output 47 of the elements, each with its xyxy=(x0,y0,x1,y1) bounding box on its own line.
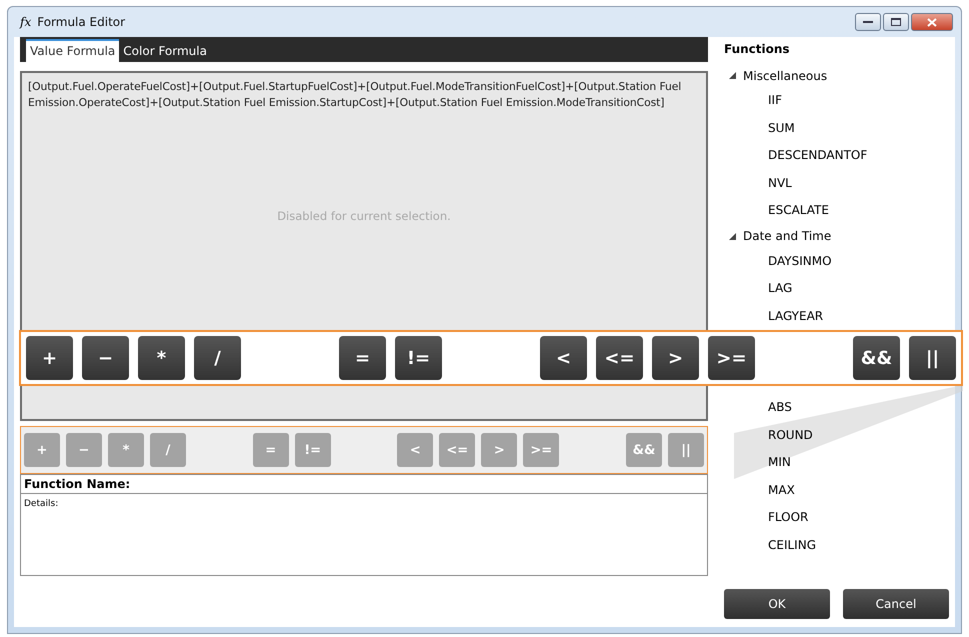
window-title: Formula Editor xyxy=(37,15,126,29)
function-item[interactable]: NVL xyxy=(724,170,792,197)
function-item[interactable]: ABS xyxy=(724,394,792,422)
function-item[interactable]: ESCALATE xyxy=(724,197,829,224)
function-item[interactable]: IIF xyxy=(724,87,782,114)
formula-tab[interactable]: Value Formula xyxy=(26,39,120,62)
operator-button[interactable]: * xyxy=(138,336,185,380)
close-button[interactable] xyxy=(911,13,953,31)
formula-text: [Output.Fuel.OperateFuelCost]+[Output.Fuel.StartupFuelCost]+[Output.Fuel.ModeTransitionFuelCost]+[Output.Station Fuel Emission.OperateCost]+[Output.Station Fuel Emission.StartupCost]+[Output.Station Fuel Emission.ModeTransitionCost] xyxy=(28,79,682,111)
function-item[interactable]: LAG xyxy=(724,275,792,302)
function-item[interactable]: FLOOR xyxy=(724,504,808,532)
minimize-button[interactable] xyxy=(855,13,881,31)
operator-button[interactable]: >= xyxy=(708,336,755,380)
function-item[interactable]: ROUND xyxy=(724,422,813,449)
operator-button[interactable]: / xyxy=(194,336,241,380)
function-item[interactable]: CEILING xyxy=(724,532,816,559)
category-item[interactable]: Miscellaneous xyxy=(743,68,828,82)
function-item[interactable]: DAYSINMO xyxy=(724,248,832,275)
maximize-button[interactable] xyxy=(883,13,909,31)
expand-arrow-icon[interactable] xyxy=(729,232,736,240)
close-icon xyxy=(927,18,937,26)
function-item[interactable]: MAX xyxy=(724,476,795,504)
operator-button[interactable]: − xyxy=(82,336,129,380)
operator-button[interactable]: > xyxy=(652,336,699,380)
functions-heading: Functions xyxy=(724,42,791,58)
operator-button[interactable]: < xyxy=(540,336,587,380)
operator-button[interactable]: && xyxy=(853,336,900,380)
maximize-icon xyxy=(891,18,901,26)
disabled-message: Disabled for current selection. xyxy=(277,209,451,223)
formula-icon: fx xyxy=(20,15,32,29)
operator-button[interactable]: + xyxy=(26,336,73,380)
formula-tab[interactable]: Color Formula xyxy=(119,41,211,62)
operator-button[interactable]: != xyxy=(395,336,442,380)
function-item[interactable]: LAGYEAR xyxy=(724,302,824,330)
expand-arrow-icon[interactable] xyxy=(729,72,736,79)
operator-button[interactable]: <= xyxy=(596,336,643,380)
operator-button[interactable]: || xyxy=(909,336,956,380)
minimize-icon xyxy=(863,20,873,24)
operator-button[interactable]: = xyxy=(339,336,386,380)
function-item[interactable]: MIN xyxy=(724,449,791,476)
ok-button[interactable]: OK xyxy=(724,589,830,619)
function-item[interactable]: DESCENDANTOF xyxy=(724,142,868,170)
function-name-label: Function Name: xyxy=(21,475,707,494)
details-label: Details: xyxy=(23,498,60,511)
cancel-button[interactable]: Cancel xyxy=(843,589,949,619)
function-item[interactable]: SUM xyxy=(724,114,795,142)
category-item[interactable]: Date and Time xyxy=(743,229,832,243)
